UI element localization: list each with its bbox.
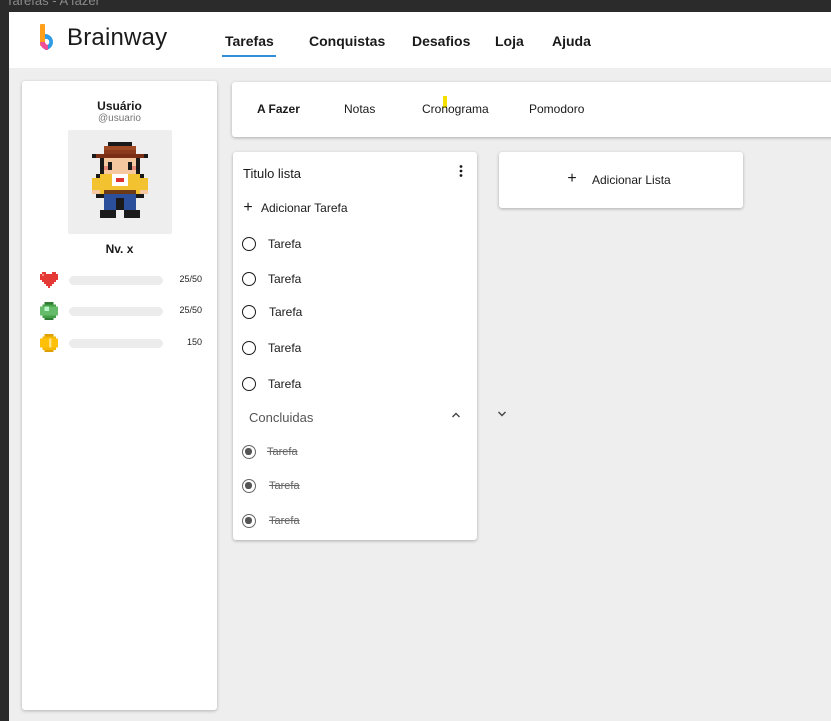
heart-icon — [40, 272, 58, 288]
stat-coins: 150 — [40, 334, 210, 352]
tab-notas[interactable]: Notas — [344, 102, 375, 116]
app-frame: Brainway Tarefas Conquistas Desafios Loj… — [9, 12, 831, 721]
avatar[interactable] — [68, 130, 172, 234]
content-tabs: A Fazer Notas Cronograma Pomodoro — [232, 82, 831, 137]
completed-task-item[interactable]: Tarefa — [242, 477, 300, 495]
task-checkbox[interactable] — [242, 377, 256, 391]
completed-section-header[interactable]: Concluidas — [249, 410, 313, 425]
pixel-cowboy-avatar-icon — [92, 142, 148, 218]
completed-task-checkbox[interactable] — [242, 514, 256, 528]
task-checkbox[interactable] — [242, 305, 256, 319]
gems-value: 25/50 — [179, 305, 202, 315]
plus-icon: + — [243, 199, 253, 216]
add-list-label: Adicionar Lista — [592, 173, 671, 187]
task-label: Tarefa — [269, 305, 303, 319]
brainway-logo-icon — [40, 24, 53, 50]
chevron-down-icon[interactable] — [497, 410, 507, 418]
completed-task-label: Tarefa — [269, 480, 300, 492]
brand-name: Brainway — [67, 24, 168, 51]
add-task-button[interactable]: + Adicionar Tarefa — [241, 199, 348, 216]
task-label: Tarefa — [268, 341, 302, 355]
task-item[interactable]: Tarefa — [242, 235, 301, 253]
coins-value: 150 — [186, 337, 202, 347]
chevron-up-icon[interactable] — [451, 411, 461, 419]
task-label: Tarefa — [268, 377, 302, 391]
nav-ajuda[interactable]: Ajuda — [552, 33, 591, 49]
gem-icon — [40, 302, 58, 320]
add-list-button[interactable]: + Adicionar Lista — [499, 152, 743, 208]
task-checkbox[interactable] — [242, 272, 256, 286]
coins-bar — [69, 339, 163, 348]
plus-icon: + — [567, 170, 577, 187]
tab-pomodoro[interactable]: Pomodoro — [529, 102, 584, 116]
task-item[interactable]: Tarefa — [242, 303, 302, 321]
top-navbar: Brainway Tarefas Conquistas Desafios Loj… — [9, 12, 831, 68]
profile-level: Nv. x — [105, 242, 134, 256]
list-title[interactable]: Titulo lista — [243, 166, 301, 181]
nav-loja[interactable]: Loja — [495, 33, 524, 49]
gems-bar — [69, 307, 163, 316]
brand-logo[interactable]: Brainway — [39, 24, 167, 52]
profile-handle: @usuario — [98, 113, 141, 124]
coin-icon — [40, 334, 58, 352]
completed-task-item[interactable]: Tarefa — [242, 512, 300, 530]
task-checkbox[interactable] — [242, 341, 256, 355]
add-task-label: Adicionar Tarefa — [261, 201, 348, 215]
health-bar — [69, 276, 163, 285]
profile-name: Usuário — [97, 99, 142, 113]
health-value: 25/50 — [179, 274, 202, 284]
stat-health: 25/50 — [40, 271, 210, 289]
completed-task-label: Tarefa — [269, 515, 300, 527]
task-label: Tarefa — [268, 272, 302, 286]
nav-conquistas[interactable]: Conquistas — [309, 33, 385, 49]
window-title: Tarefas - A fazer — [6, 0, 100, 8]
task-checkbox[interactable] — [242, 237, 256, 251]
profile-card: Usuário @usuario Nv. x 25/50 25/50 150 — [22, 81, 217, 710]
nav-tarefas[interactable]: Tarefas — [225, 33, 274, 49]
completed-task-checkbox[interactable] — [242, 479, 256, 493]
completed-task-label: Tarefa — [267, 446, 298, 458]
more-options-icon[interactable] — [457, 164, 465, 178]
task-item[interactable]: Tarefa — [242, 270, 301, 288]
completed-task-checkbox[interactable] — [242, 445, 256, 459]
completed-task-item[interactable]: Tarefa — [242, 443, 298, 461]
task-item[interactable]: Tarefa — [242, 339, 301, 357]
stat-gems: 25/50 — [40, 302, 210, 320]
tab-cronograma[interactable]: Cronograma — [422, 102, 489, 116]
task-item[interactable]: Tarefa — [242, 375, 301, 393]
task-list-card: Titulo lista + Adicionar Tarefa Tarefa T… — [233, 152, 477, 540]
task-label: Tarefa — [268, 237, 302, 251]
tab-a-fazer[interactable]: A Fazer — [257, 102, 300, 116]
nav-active-underline — [222, 55, 276, 57]
nav-desafios[interactable]: Desafios — [412, 33, 470, 49]
